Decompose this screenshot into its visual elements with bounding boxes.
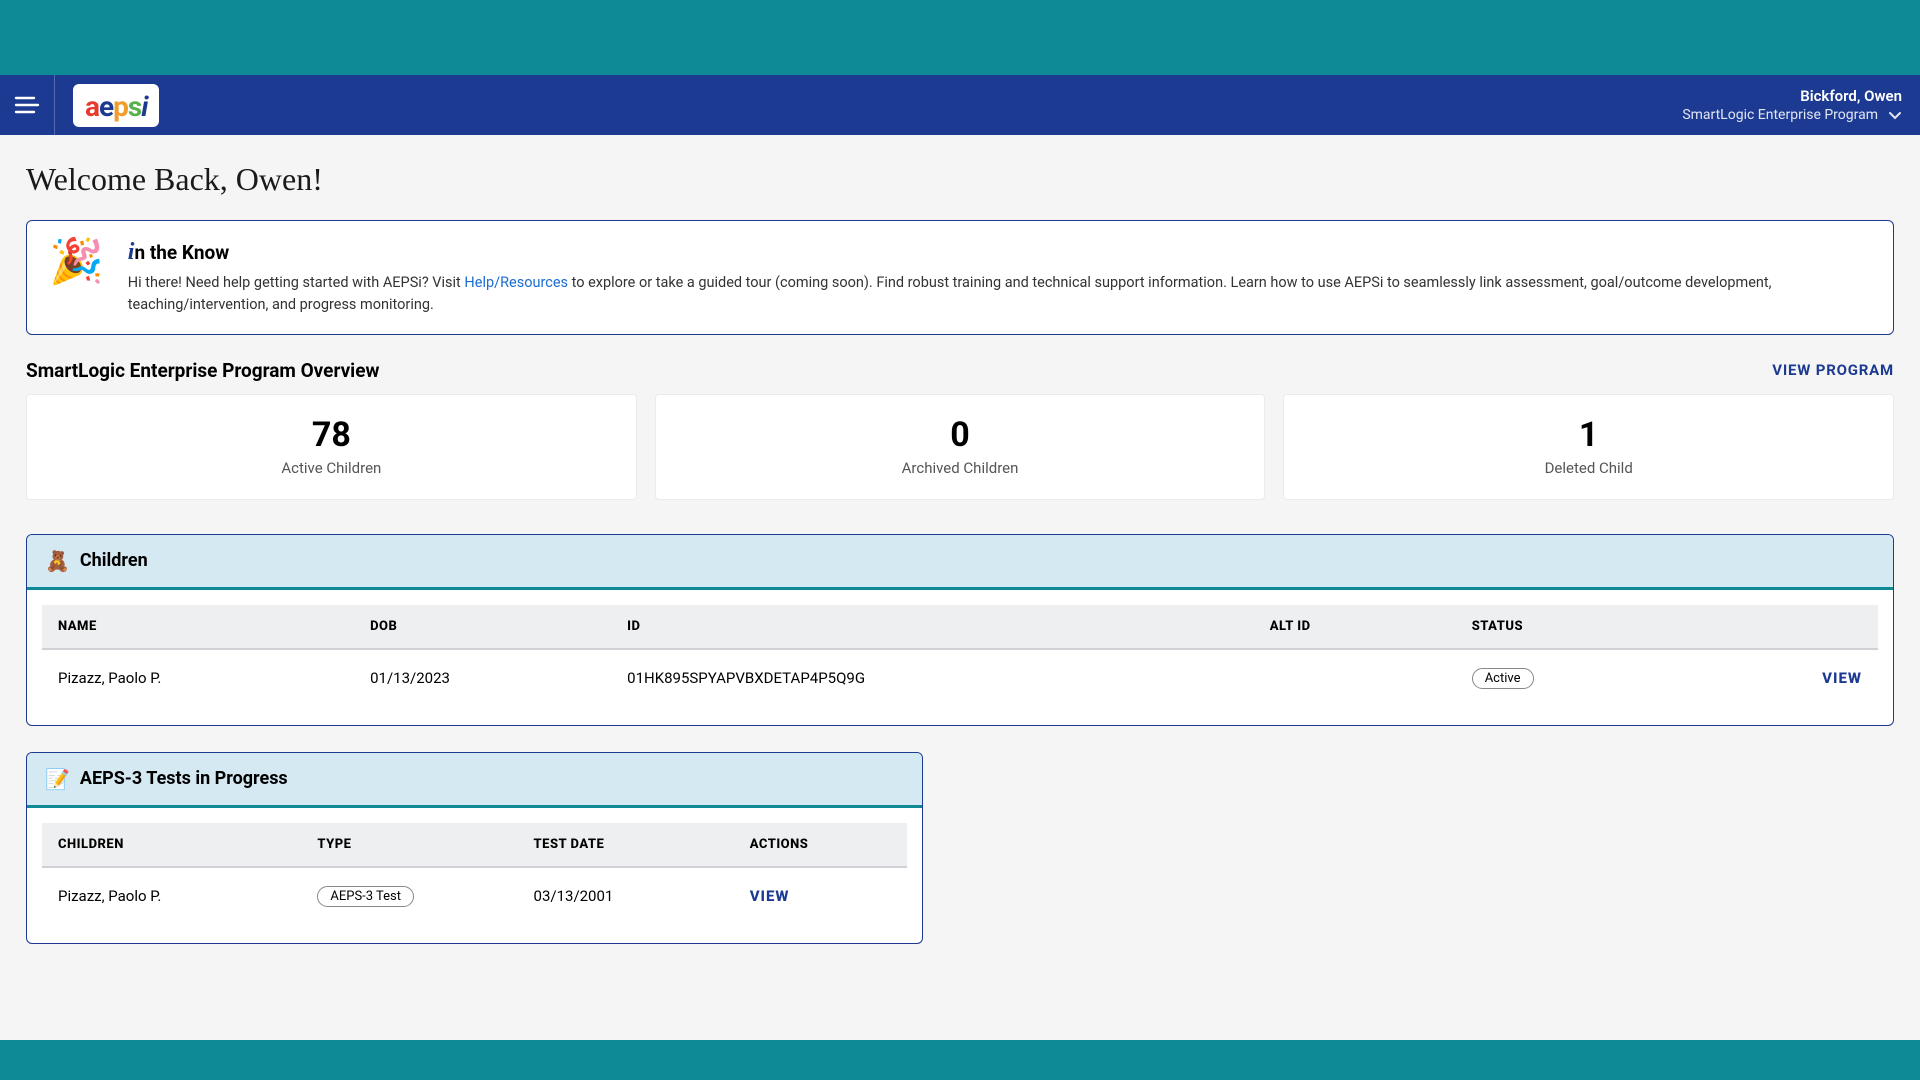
- stats-row: 78 Active Children 0 Archived Children 1…: [26, 394, 1894, 500]
- chevron-down-icon: [1888, 110, 1902, 120]
- hamburger-icon: [14, 95, 40, 115]
- stat-archived-children: 0 Archived Children: [655, 394, 1266, 500]
- logo[interactable]: aepsi: [73, 84, 159, 127]
- party-popper-icon: 🎉: [49, 239, 104, 283]
- overview-title: SmartLogic Enterprise Program Overview: [26, 359, 379, 382]
- info-title: in the Know: [128, 239, 1867, 266]
- memo-icon: 📝: [45, 767, 70, 791]
- info-text: Hi there! Need help getting started with…: [128, 272, 1867, 316]
- in-the-know-box: 🎉 in the Know Hi there! Need help gettin…: [26, 220, 1894, 335]
- view-child-button[interactable]: VIEW: [1822, 669, 1862, 687]
- program-selector-label: SmartLogic Enterprise Program: [1682, 107, 1878, 123]
- menu-button[interactable]: [0, 75, 55, 135]
- children-panel: 🧸 Children NAME DOB ID ALT ID STATUS Piza…: [26, 534, 1894, 726]
- col-status: STATUS: [1456, 605, 1695, 649]
- view-test-button[interactable]: VIEW: [750, 887, 790, 905]
- user-name: Bickford, Owen: [1800, 87, 1902, 105]
- col-testdate: TEST DATE: [518, 823, 734, 867]
- teddy-bear-icon: 🧸: [45, 549, 70, 573]
- table-row: Pizazz, Paolo P. AEPS-3 Test 03/13/2001 …: [42, 867, 907, 925]
- type-badge: AEPS-3 Test: [317, 886, 414, 907]
- tests-table: CHILDREN TYPE TEST DATE ACTIONS Pizazz, …: [42, 823, 907, 925]
- page-title: Welcome Back, Owen!: [26, 161, 1894, 198]
- col-actions: ACTIONS: [734, 823, 907, 867]
- help-resources-link[interactable]: Help/Resources: [464, 274, 568, 291]
- children-panel-title: Children: [80, 550, 148, 571]
- col-dob: DOB: [354, 605, 611, 649]
- program-selector[interactable]: SmartLogic Enterprise Program: [1682, 107, 1902, 123]
- col-altid: ALT ID: [1254, 605, 1456, 649]
- children-table: NAME DOB ID ALT ID STATUS Pizazz, Paolo …: [42, 605, 1878, 707]
- col-type: TYPE: [301, 823, 517, 867]
- stat-deleted-child: 1 Deleted Child: [1283, 394, 1894, 500]
- tests-panel: 📝 AEPS-3 Tests in Progress CHILDREN TYPE …: [26, 752, 923, 944]
- tests-panel-title: AEPS-3 Tests in Progress: [80, 768, 288, 789]
- status-badge: Active: [1472, 668, 1534, 689]
- table-row: Pizazz, Paolo P. 01/13/2023 01HK895SPYAP…: [42, 649, 1878, 707]
- view-program-button[interactable]: VIEW PROGRAM: [1772, 361, 1894, 379]
- col-name: NAME: [42, 605, 354, 649]
- stat-active-children: 78 Active Children: [26, 394, 637, 500]
- top-bar: aepsi Bickford, Owen SmartLogic Enterpri…: [0, 75, 1920, 135]
- col-id: ID: [611, 605, 1254, 649]
- col-children: CHILDREN: [42, 823, 301, 867]
